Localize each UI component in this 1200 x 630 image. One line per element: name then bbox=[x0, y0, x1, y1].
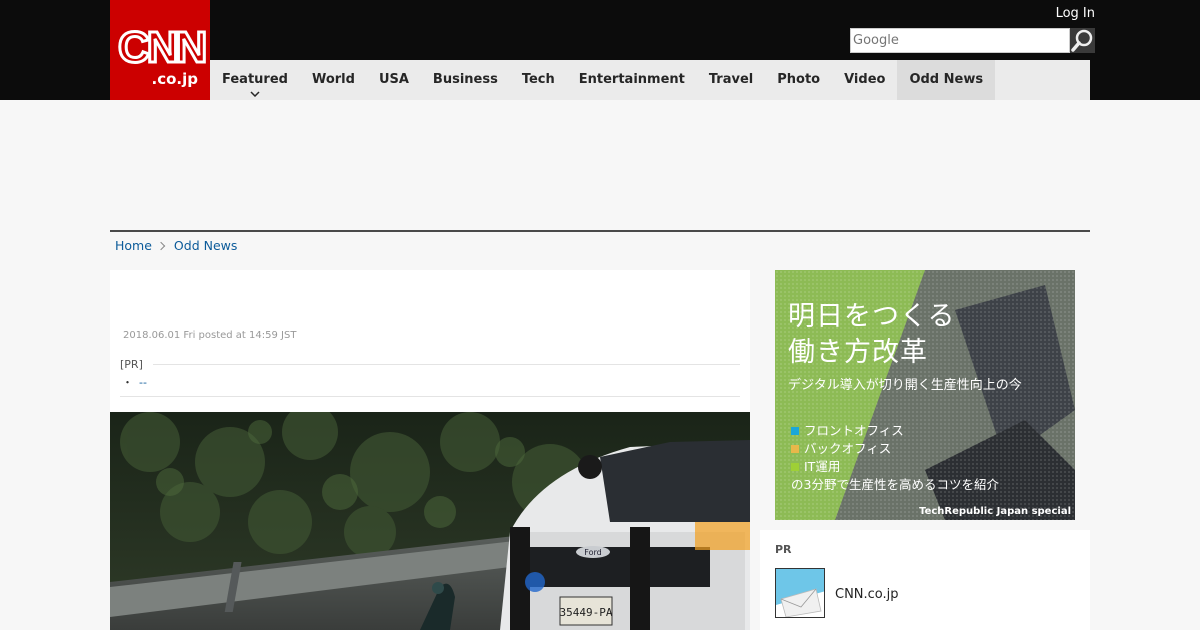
chevron-down-icon bbox=[250, 91, 260, 97]
nav-tech[interactable]: Tech bbox=[510, 60, 567, 100]
ad-list-item-label: バックオフィス bbox=[804, 441, 892, 456]
breadcrumb-home[interactable]: Home bbox=[115, 238, 152, 253]
article-divider bbox=[120, 396, 740, 397]
logo-text: CNN bbox=[118, 24, 205, 68]
pr-item[interactable]: ・ -- bbox=[122, 374, 147, 390]
ad-list-item: IT運用 bbox=[791, 458, 999, 476]
nav-featured-label: Featured bbox=[222, 72, 288, 87]
ad-list-item-label: フロントオフィス bbox=[804, 423, 904, 438]
chevron-right-icon bbox=[156, 241, 166, 250]
square-icon bbox=[791, 427, 799, 435]
pr-divider bbox=[152, 364, 740, 365]
nav-entertainment[interactable]: Entertainment bbox=[567, 60, 697, 100]
nav-odd-news[interactable]: Odd News bbox=[897, 60, 996, 100]
ad-list-item: バックオフィス bbox=[791, 440, 999, 458]
pr-link-text[interactable]: -- bbox=[139, 376, 147, 389]
cnn-logo-icon: CNN bbox=[117, 24, 207, 68]
pr-box-item-name[interactable]: CNN.co.jp bbox=[835, 587, 899, 602]
article-card: 2018.06.01 Fri posted at 14:59 JST [PR] … bbox=[110, 270, 750, 412]
nav-video[interactable]: Video bbox=[832, 60, 897, 100]
nav-featured[interactable]: Featured bbox=[210, 60, 300, 100]
nav-usa[interactable]: USA bbox=[367, 60, 421, 100]
logo-sub-text: .co.jp bbox=[151, 70, 198, 88]
ad-list-item: フロントオフィス bbox=[791, 422, 999, 440]
mail-icon bbox=[776, 569, 824, 617]
main-nav: Featured World USA Business Tech Enterta… bbox=[210, 60, 996, 100]
ad-list-item-label: IT運用 bbox=[804, 459, 841, 474]
car-brand-text: Ford bbox=[584, 548, 601, 557]
nav-world[interactable]: World bbox=[300, 60, 367, 100]
ad-title-line2: 働き方改革 bbox=[788, 337, 928, 368]
nav-travel[interactable]: Travel bbox=[697, 60, 765, 100]
pr-bullet: ・ bbox=[122, 376, 133, 389]
pr-header: [PR] bbox=[120, 358, 740, 371]
side-ad-banner[interactable]: 明日をつくる 働き方改革 デジタル導入が切り開く生産性向上の今 フロントオフィス… bbox=[775, 270, 1075, 520]
article-date: 2018.06.01 Fri posted at 14:59 JST bbox=[123, 330, 297, 341]
breadcrumb-current[interactable]: Odd News bbox=[174, 238, 237, 253]
login-link[interactable]: Log In bbox=[1056, 6, 1095, 21]
square-icon bbox=[791, 463, 799, 471]
pr-box: PR CNN.co.jp bbox=[760, 530, 1090, 630]
ad-list: フロントオフィス バックオフィス IT運用 の3分野で生産性を高めるコツを紹介 bbox=[791, 422, 999, 494]
nav-photo[interactable]: Photo bbox=[765, 60, 832, 100]
nav-business[interactable]: Business bbox=[421, 60, 510, 100]
breadcrumb: Home Odd News bbox=[115, 238, 237, 253]
breadcrumb-divider bbox=[110, 230, 1090, 232]
pr-label: [PR] bbox=[120, 358, 143, 371]
ad-list-footer: の3分野で生産性を高めるコツを紹介 bbox=[791, 477, 999, 492]
search-button[interactable] bbox=[1070, 28, 1095, 53]
square-icon bbox=[791, 445, 799, 453]
ad-subtitle: デジタル導入が切り開く生産性向上の今 bbox=[788, 378, 1022, 393]
search-input[interactable] bbox=[851, 29, 1069, 52]
license-plate-text: 35449-PA bbox=[560, 606, 613, 619]
pr-thumbnail[interactable] bbox=[775, 568, 825, 618]
police-car-photo: Ford 35449-PA bbox=[110, 412, 750, 630]
search-box[interactable] bbox=[850, 28, 1070, 53]
pr-box-label: PR bbox=[775, 543, 792, 556]
ad-credit: TechRepublic Japan special bbox=[919, 506, 1071, 517]
cnn-logo[interactable]: CNN .co.jp bbox=[110, 0, 210, 100]
article-photo: Ford 35449-PA bbox=[110, 412, 750, 630]
ad-title-line1: 明日をつくる bbox=[788, 301, 956, 332]
search-icon bbox=[1071, 29, 1093, 52]
